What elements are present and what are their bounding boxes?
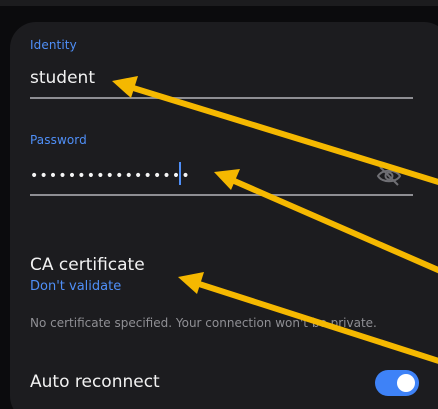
identity-input[interactable]: student [30, 68, 95, 88]
password-input[interactable]: ••••••••••••••••• [30, 168, 191, 184]
identity-underline [30, 97, 413, 99]
screenshot: Identity student Password ••••••••••••••… [0, 0, 438, 409]
ca-certificate-help-text: No certificate specified. Your connectio… [30, 316, 377, 330]
text-caret [179, 162, 181, 185]
toggle-knob [397, 374, 415, 392]
auto-reconnect-toggle[interactable] [375, 370, 419, 396]
top-divider [0, 0, 438, 6]
password-underline [30, 194, 413, 196]
eye-off-icon[interactable] [376, 165, 402, 187]
password-label: Password [30, 133, 87, 147]
ca-certificate-value[interactable]: Don't validate [30, 279, 121, 294]
identity-label: Identity [30, 38, 77, 52]
ca-certificate-title[interactable]: CA certificate [30, 255, 145, 275]
auto-reconnect-label: Auto reconnect [30, 372, 160, 392]
